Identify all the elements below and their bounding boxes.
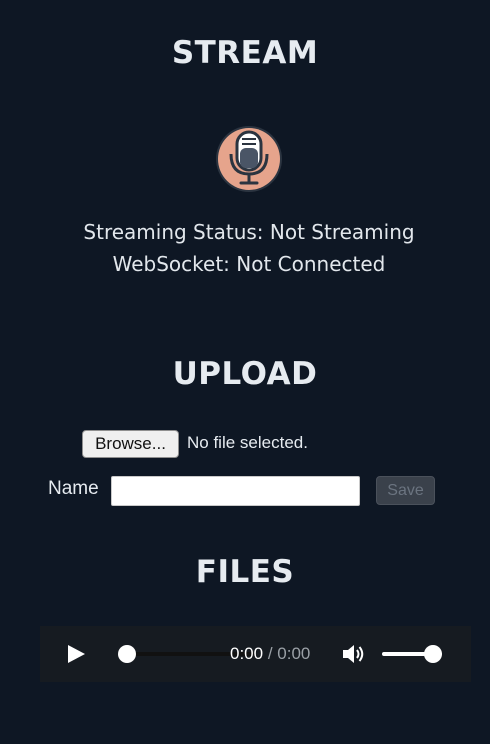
time-separator: / <box>263 644 278 663</box>
progress-thumb[interactable] <box>118 645 136 663</box>
time-display: 0:00 / 0:00 <box>230 644 310 664</box>
current-time: 0:00 <box>230 644 264 663</box>
upload-heading: UPLOAD <box>172 356 318 392</box>
streaming-status: Streaming Status: Not Streaming <box>83 220 415 244</box>
page: STREAM Streaming Status: Not Streaming W… <box>0 0 490 744</box>
stream-heading: STREAM <box>171 35 319 71</box>
volume-thumb[interactable] <box>424 645 442 663</box>
volume-icon[interactable] <box>341 643 365 665</box>
files-heading: FILES <box>195 554 295 590</box>
play-icon[interactable] <box>66 644 86 664</box>
websocket-status: WebSocket: Not Connected <box>112 252 386 276</box>
save-button[interactable]: Save <box>376 476 435 505</box>
volume-slider[interactable] <box>382 645 442 663</box>
name-input[interactable] <box>111 476 360 506</box>
duration: 0:00 <box>277 644 311 663</box>
file-selection-status: No file selected. <box>187 433 308 452</box>
microphone-icon[interactable] <box>214 124 284 194</box>
audio-player: 0:00 / 0:00 <box>40 626 471 682</box>
name-label: Name <box>48 478 99 499</box>
browse-file-button[interactable]: Browse... <box>82 430 179 458</box>
